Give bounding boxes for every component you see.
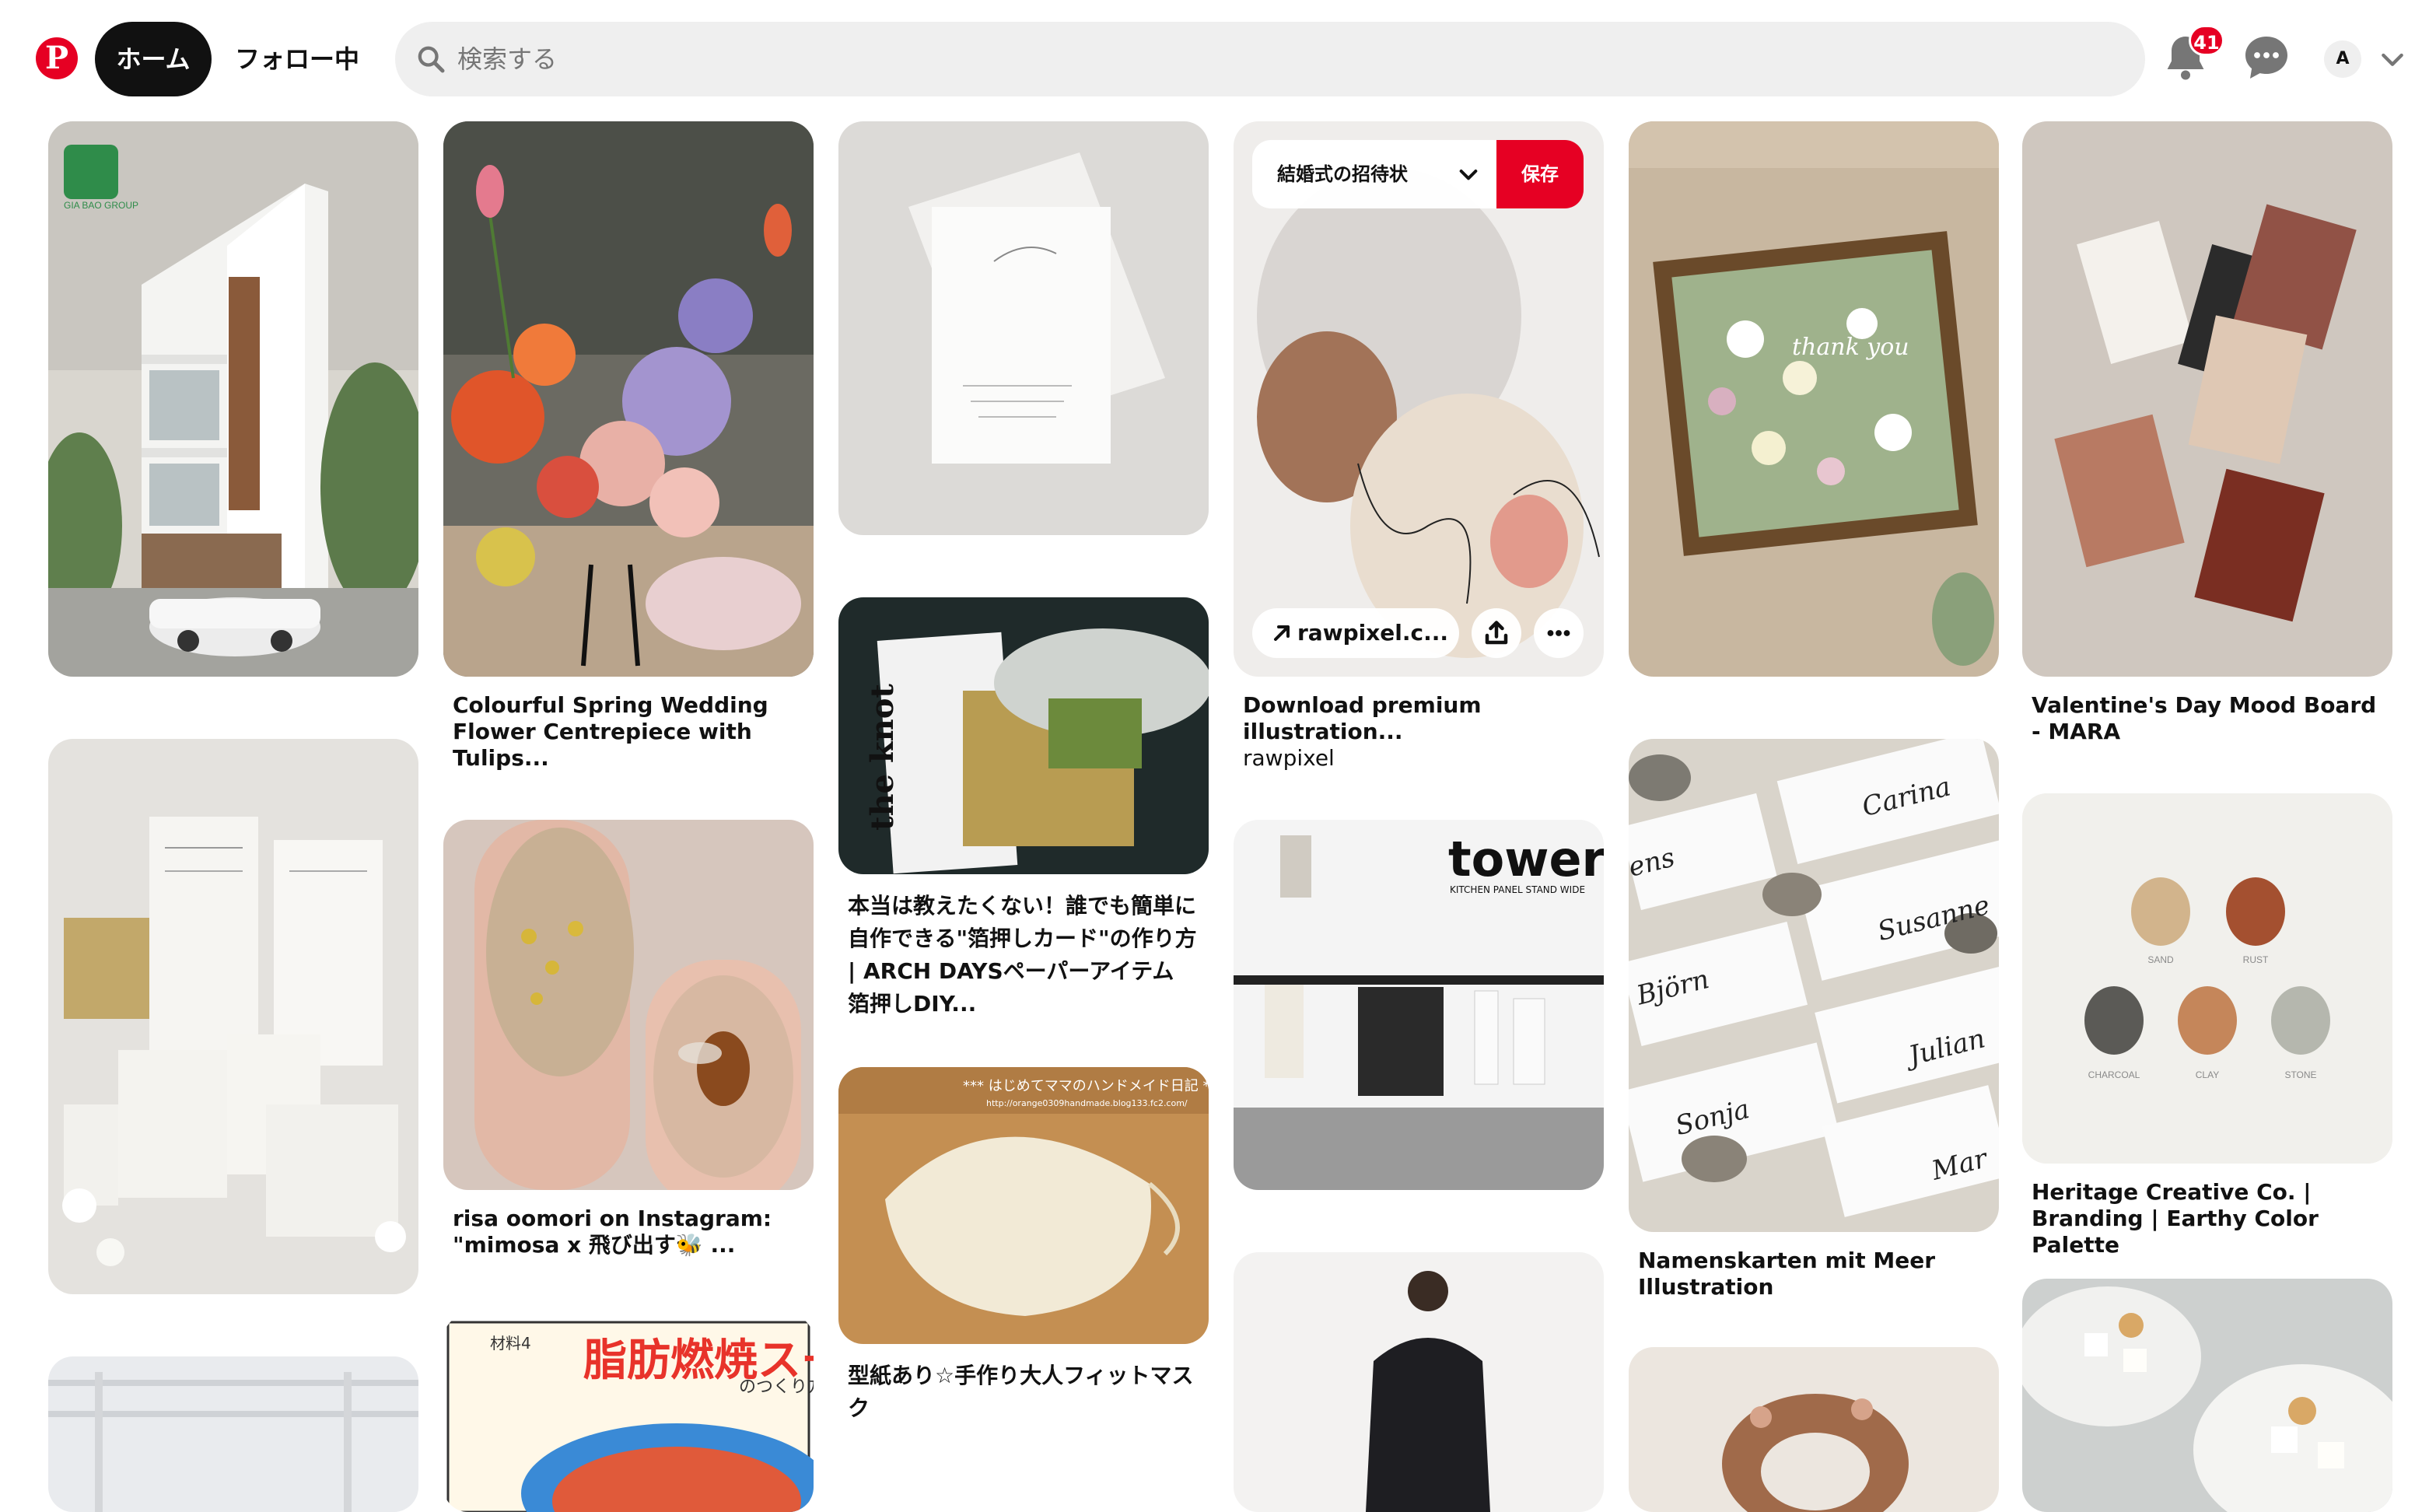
pin-marshmallow-dessert[interactable] <box>2022 1279 2392 1512</box>
pin-title: Valentine's Day Mood Board - MARA <box>2032 692 2377 744</box>
place-cards-photo: Carina Susanne Björn Julian Sonja Mar en… <box>1629 739 1999 1232</box>
chevron-down-icon <box>1459 170 1478 180</box>
pin-image[interactable]: thank you <box>1629 121 1999 677</box>
pin-image[interactable] <box>48 1356 418 1512</box>
profile-avatar[interactable]: A <box>2324 40 2361 78</box>
blog-banner-text: *** はじめてママのハンドメイド日記 *** <box>963 1078 1209 1094</box>
search-bar[interactable] <box>395 22 2145 96</box>
pin-image[interactable]: the knot <box>838 597 1209 874</box>
following-tab[interactable]: フォロー中 <box>219 22 375 96</box>
pin-flower-box[interactable]: thank you <box>1629 121 1999 677</box>
magazine-title-text: the knot <box>864 684 901 831</box>
pin-image[interactable]: Carina Susanne Björn Julian Sonja Mar en… <box>1629 739 1999 1232</box>
foil-card-photo: the knot <box>838 597 1209 874</box>
handmade-mask-photo: *** はじめてママのハンドメイド日記 *** http://orange030… <box>838 1067 1209 1344</box>
search-icon <box>418 46 445 73</box>
pin-image[interactable]: SAND RUST CHARCOAL CLAY STONE <box>2022 793 2392 1164</box>
wreath-photo <box>1629 1347 1999 1512</box>
pin-image[interactable] <box>2022 121 2392 677</box>
pin-dried-flower-wreath[interactable] <box>1629 1347 1999 1512</box>
house-photo: GIA BAO GROUP <box>48 121 418 677</box>
pin-watercolor-illustration[interactable]: 結婚式の招待状 保存 rawpixel.c... Download premiu… <box>1234 121 1604 772</box>
invitation-set-photo <box>48 739 418 1294</box>
woman-photo <box>1234 1252 1604 1512</box>
pin-house-architecture[interactable]: GIA BAO GROUP <box>48 121 418 677</box>
white-building-photo <box>48 1356 418 1512</box>
blog-url-text: http://orange0309handmade.blog133.fc2.co… <box>986 1098 1188 1108</box>
tower-brand-text: tower <box>1448 831 1604 887</box>
pin-image[interactable]: *** はじめてママのハンドメイド日記 *** http://orange030… <box>838 1067 1209 1344</box>
tower-tagline-text: KITCHEN PANEL STAND WIDE <box>1450 884 1585 895</box>
pin-spring-wedding-flowers[interactable]: Colourful Spring Wedding Flower Centrepi… <box>443 121 814 772</box>
pinterest-logo-icon[interactable]: P <box>36 37 78 79</box>
notification-count-badge: 41 <box>2189 25 2224 56</box>
kitchen-stand-photo: tower KITCHEN PANEL STAND WIDE <box>1234 820 1604 1190</box>
pin-handmade-mask[interactable]: *** はじめてママのハンドメイド日記 *** http://orange030… <box>838 1067 1209 1425</box>
share-button[interactable] <box>1472 608 1521 658</box>
swatch-label: RUST <box>2243 954 2269 965</box>
flower-box-photo: thank you <box>1629 121 1999 677</box>
pin-image[interactable]: 脂肪燃焼スープ のつくり方 材料4 <box>443 1314 814 1512</box>
pin-source: rawpixel <box>1243 745 1335 771</box>
soup-banner-subtext: のつくり方 <box>739 1377 814 1397</box>
pin-image[interactable]: 結婚式の招待状 保存 rawpixel.c... <box>1234 121 1604 677</box>
top-navigation: P ホーム フォロー中 41 A <box>0 0 2422 117</box>
swatch-label: SAND <box>2147 954 2174 965</box>
more-dots-icon <box>1547 630 1570 636</box>
pin-woman-portrait[interactable] <box>1234 1252 1604 1512</box>
pin-image[interactable] <box>443 820 814 1190</box>
pin-title: Namenskarten mit Meer Illustration <box>1638 1248 1936 1300</box>
search-input[interactable] <box>457 22 2122 96</box>
pin-image[interactable] <box>48 739 418 1294</box>
more-options-button[interactable] <box>1534 608 1584 658</box>
pin-image[interactable] <box>1234 1252 1604 1512</box>
pin-image[interactable] <box>1629 1347 1999 1512</box>
pin-image[interactable] <box>838 121 1209 535</box>
invitation-card-photo <box>838 121 1209 535</box>
pin-image[interactable]: GIA BAO GROUP <box>48 121 418 677</box>
pin-image[interactable] <box>443 121 814 677</box>
account-menu-chevron-down-icon[interactable] <box>2377 44 2408 75</box>
share-upload-icon <box>1485 621 1508 645</box>
pin-foil-stamp-card[interactable]: the knot 本当は教えたくない！誰でも簡単に自作できる"箔押しカード"の作… <box>838 597 1209 1020</box>
pin-white-building[interactable] <box>48 1356 418 1512</box>
pin-wedding-invitation-set[interactable] <box>48 739 418 1294</box>
soup-recipe-illustration: 脂肪燃焼スープ のつくり方 材料4 <box>443 1314 814 1512</box>
source-link-button[interactable]: rawpixel.c... <box>1252 608 1459 658</box>
color-swatch-cards-photo <box>2022 121 2392 677</box>
pin-title: Heritage Creative Co. | Branding | Earth… <box>2032 1179 2319 1258</box>
pin-minimal-invitation[interactable] <box>838 121 1209 535</box>
swatch-label: STONE <box>2284 1069 2316 1080</box>
nail-art-photo <box>443 820 814 1190</box>
board-select-dropdown[interactable]: 結婚式の招待状 <box>1252 140 1496 208</box>
pin-image[interactable]: tower KITCHEN PANEL STAND WIDE <box>1234 820 1604 1190</box>
home-tab[interactable]: ホーム <box>95 22 212 96</box>
pin-valentine-mood-board[interactable]: Valentine's Day Mood Board - MARA <box>2022 121 2392 745</box>
gia-bao-logo-text: GIA BAO GROUP <box>64 200 138 211</box>
swatch-label: CLAY <box>2196 1069 2219 1080</box>
pin-earthy-color-palette[interactable]: SAND RUST CHARCOAL CLAY STONE Heritage C… <box>2022 793 2392 1258</box>
pin-image[interactable] <box>2022 1279 2392 1512</box>
dessert-photo <box>2022 1279 2392 1512</box>
pin-title: 本当は教えたくない！誰でも簡単に自作できる"箔押しカード"の作り方 | ARCH… <box>848 893 1197 1017</box>
pin-title: Download premium illustration... <box>1243 692 1482 744</box>
flower-centrepiece-photo <box>443 121 814 677</box>
arrow-up-right-icon <box>1274 625 1290 641</box>
pin-fat-burning-soup[interactable]: 脂肪燃焼スープ のつくり方 材料4 <box>443 1314 814 1512</box>
pin-title: 型紙あり☆手作り大人フィットマスク <box>848 1363 1194 1421</box>
color-palette-graphic: SAND RUST CHARCOAL CLAY STONE <box>2022 793 2392 1164</box>
pin-place-cards[interactable]: Carina Susanne Björn Julian Sonja Mar en… <box>1629 739 1999 1300</box>
flower-box-overlay-text: thank you <box>1792 334 1909 361</box>
source-link-label: rawpixel.c... <box>1297 620 1449 646</box>
pin-tower-kitchen-stand[interactable]: tower KITCHEN PANEL STAND WIDE <box>1234 820 1604 1190</box>
pin-mimosa-nails[interactable]: risa oomori on Instagram: "mimosa x 飛び出す… <box>443 820 814 1258</box>
board-select-label: 結婚式の招待状 <box>1277 163 1408 185</box>
save-button[interactable]: 保存 <box>1496 140 1584 208</box>
pin-title: risa oomori on Instagram: "mimosa x 飛び出す… <box>453 1206 772 1258</box>
soup-label: 材料4 <box>490 1334 531 1353</box>
messages-icon[interactable] <box>2238 30 2294 86</box>
pin-title: Colourful Spring Wedding Flower Centrepi… <box>453 692 768 771</box>
swatch-label: CHARCOAL <box>2088 1069 2140 1080</box>
